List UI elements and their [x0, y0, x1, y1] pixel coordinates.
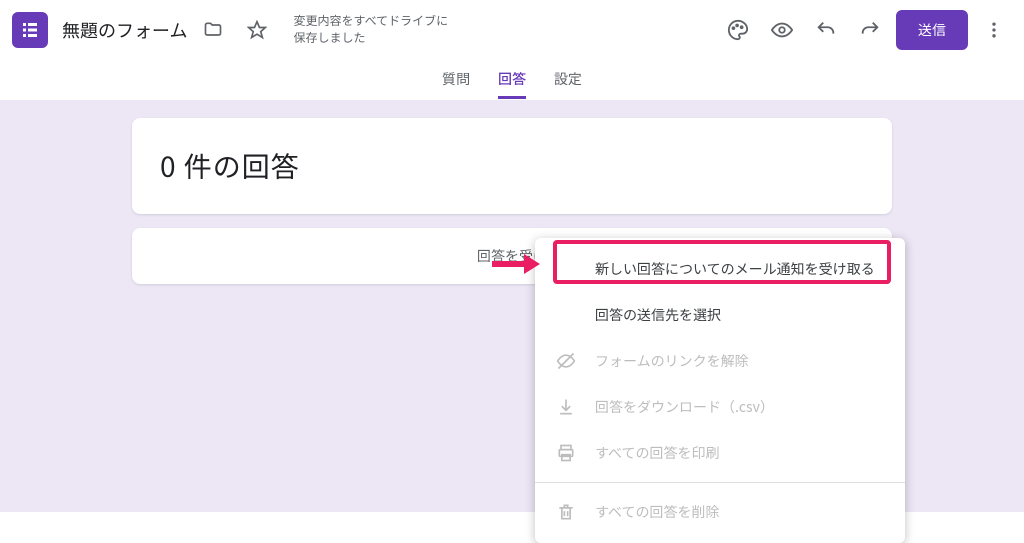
forms-logo[interactable]: [12, 12, 48, 48]
tabs-bar: 質問 回答 設定: [0, 60, 1024, 100]
canvas: 0 件の回答 回答を受け 新しい回答についてのメール通知を受け取る 回答の送信先…: [0, 100, 1024, 512]
folder-icon[interactable]: [195, 12, 231, 48]
redo-icon[interactable]: [852, 12, 888, 48]
menu-print-all: すべての回答を印刷: [535, 430, 905, 476]
save-status: 変更内容をすべてドライブに保存しました: [293, 13, 453, 47]
send-button[interactable]: 送信: [896, 10, 968, 50]
menu-download-csv: 回答をダウンロード（.csv）: [535, 384, 905, 430]
menu-email-notifications[interactable]: 新しい回答についてのメール通知を受け取る: [535, 246, 905, 292]
menu-item-label: 回答の送信先を選択: [595, 305, 721, 325]
app-header: 無題のフォーム 変更内容をすべてドライブに保存しました 送信: [0, 0, 1024, 60]
menu-unlink-form: フォームのリンクを解除: [535, 338, 905, 384]
palette-icon[interactable]: [720, 12, 756, 48]
star-icon[interactable]: [239, 12, 275, 48]
responses-menu: 新しい回答についてのメール通知を受け取る 回答の送信先を選択 フォームのリンクを…: [535, 238, 905, 543]
preview-icon[interactable]: [764, 12, 800, 48]
tab-responses[interactable]: 回答: [498, 69, 526, 99]
menu-item-label: 新しい回答についてのメール通知を受け取る: [595, 259, 875, 279]
responses-summary-card: 0 件の回答: [132, 118, 892, 214]
menu-delete-all: すべての回答を削除: [535, 489, 905, 535]
print-icon: [555, 443, 577, 463]
form-title[interactable]: 無題のフォーム: [62, 17, 187, 43]
menu-item-label: すべての回答を印刷: [595, 443, 719, 463]
menu-item-label: 回答をダウンロード（.csv）: [595, 397, 774, 417]
tab-questions[interactable]: 質問: [442, 69, 470, 99]
tab-settings[interactable]: 設定: [554, 69, 582, 99]
download-icon: [555, 397, 577, 417]
menu-item-label: フォームのリンクを解除: [595, 351, 749, 371]
menu-divider: [535, 482, 905, 483]
trash-icon: [555, 502, 577, 522]
unlink-icon: [555, 351, 577, 371]
menu-item-label: すべての回答を削除: [595, 502, 719, 522]
more-icon[interactable]: [976, 12, 1012, 48]
response-count: 0 件の回答: [160, 146, 300, 186]
menu-select-destination[interactable]: 回答の送信先を選択: [535, 292, 905, 338]
undo-icon[interactable]: [808, 12, 844, 48]
